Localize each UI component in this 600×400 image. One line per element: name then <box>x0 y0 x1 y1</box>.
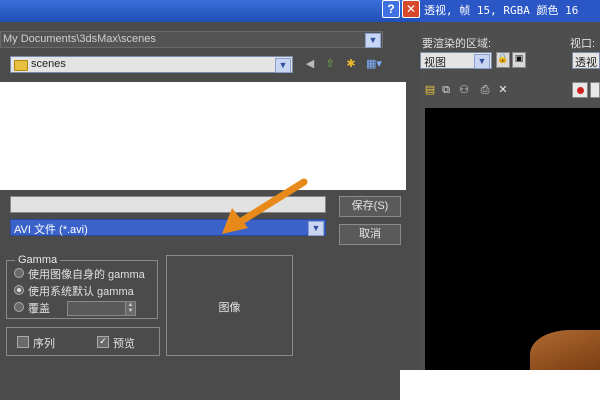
clone-icon[interactable]: ⚇ <box>457 84 471 98</box>
chevron-down-icon[interactable]: ▼ <box>308 221 324 236</box>
rendered-object <box>530 330 600 370</box>
file-list[interactable] <box>0 82 406 190</box>
render-frame-window: 透视, 帧 15, RGBA 颜色 16 要渲染的区域: 视口: 视图 ▼ 🔒 … <box>420 0 600 370</box>
close-button[interactable]: ✕ <box>402 0 420 18</box>
dialog-titlebar[interactable]: ? ✕ <box>0 0 420 22</box>
options-group: 序列 ✓ 预览 <box>6 327 160 356</box>
clear-icon[interactable]: ✕ <box>496 84 510 98</box>
area-value: 视图 <box>424 57 446 69</box>
save-image-icon[interactable]: ▤ <box>423 84 437 98</box>
folder-name: scenes <box>31 58 66 70</box>
save-in-folder-combo[interactable]: scenes ▼ <box>10 56 293 73</box>
chevron-down-icon[interactable]: ▼ <box>474 54 490 69</box>
gamma-group: Gamma 使用图像自身的 gamma 使用系统默认 gamma 覆盖 ▲ ▼ <box>6 254 158 319</box>
sequence-label: 序列 <box>33 338 55 350</box>
chevron-down-icon[interactable]: ▼ <box>275 58 291 73</box>
save-dialog: ? ✕ My Documents\3dsMax\scenes ▼ scenes … <box>0 0 420 400</box>
cancel-button[interactable]: 取消 <box>339 224 401 245</box>
gamma-radio-override[interactable] <box>14 302 24 312</box>
preview-label: 预览 <box>113 338 135 350</box>
file-type-value: AVI 文件 (*.avi) <box>14 224 88 236</box>
folder-icon <box>14 60 28 71</box>
new-folder-icon[interactable]: ✱ <box>343 57 359 71</box>
gamma-radio-system[interactable] <box>14 285 24 295</box>
gamma-legend: Gamma <box>15 254 61 266</box>
viewport-select[interactable]: 透视 <box>572 52 600 69</box>
gamma-radio-own[interactable] <box>14 268 24 278</box>
render-view <box>425 108 600 370</box>
image-label: 图像 <box>218 302 241 314</box>
path-combo[interactable]: My Documents\3dsMax\scenes ▼ <box>0 31 383 48</box>
gamma-option-system: 使用系统默认 gamma <box>28 286 134 298</box>
path-text: My Documents\3dsMax\scenes <box>3 33 156 45</box>
help-button[interactable]: ? <box>382 0 400 18</box>
region-icon[interactable]: ▣ <box>512 52 526 68</box>
viewport-label: 视口: <box>570 38 596 50</box>
viewport-value: 透视 <box>575 57 597 69</box>
red-channel-icon[interactable] <box>572 82 588 98</box>
spinner-arrows-icon[interactable]: ▲ ▼ <box>125 301 136 316</box>
render-window-title: 透视, 帧 15, RGBA 颜色 16 <box>420 0 600 22</box>
gamma-option-override: 覆盖 <box>28 303 50 315</box>
blank-area <box>400 370 600 400</box>
lock-icon[interactable]: 🔒 <box>496 52 510 68</box>
save-button[interactable]: 保存(S) <box>339 196 401 217</box>
green-channel-icon[interactable] <box>590 82 600 98</box>
area-to-render-label: 要渲染的区域: <box>422 38 492 50</box>
preview-checkbox[interactable]: ✓ <box>97 336 109 348</box>
image-preview-box: 图像 <box>166 255 293 356</box>
gamma-option-own: 使用图像自身的 gamma <box>28 269 145 281</box>
arrow-annotation <box>222 178 308 234</box>
back-icon[interactable]: ◀ <box>302 57 318 71</box>
sequence-checkbox[interactable] <box>17 336 29 348</box>
up-folder-icon[interactable]: ⇧ <box>322 57 338 71</box>
area-to-render-select[interactable]: 视图 ▼ <box>420 52 492 69</box>
arrow-shaft <box>236 178 308 226</box>
gamma-override-input[interactable] <box>67 301 127 316</box>
copy-icon[interactable]: ⧉ <box>439 84 453 98</box>
view-menu-icon[interactable]: ▦▾ <box>363 57 385 71</box>
print-icon[interactable]: ⎙ <box>478 84 492 98</box>
chevron-down-icon[interactable]: ▼ <box>365 33 381 48</box>
